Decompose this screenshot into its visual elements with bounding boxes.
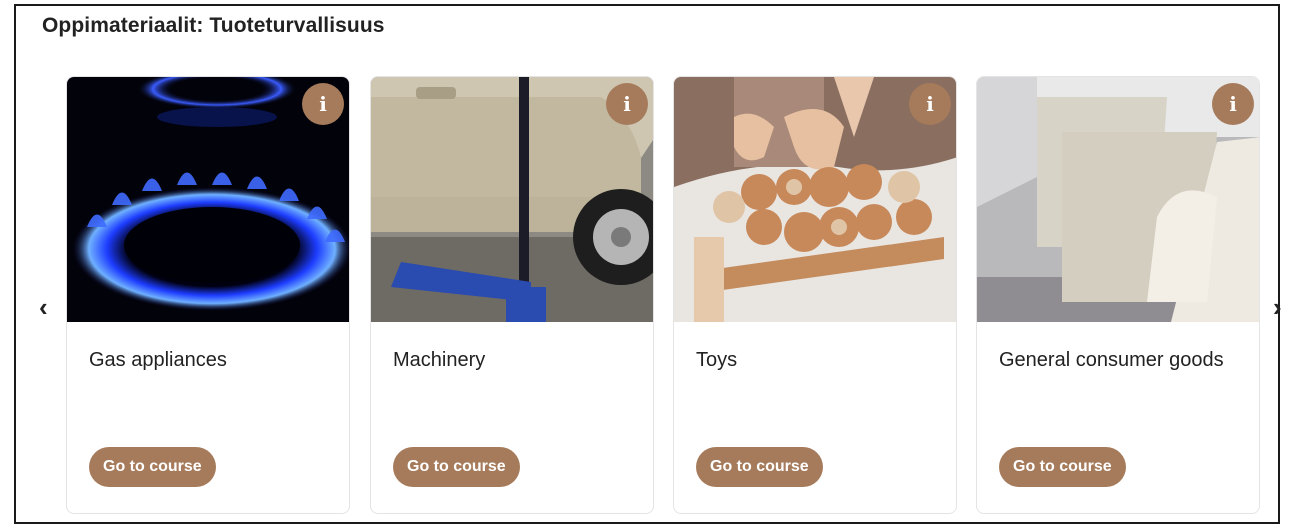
course-section: Oppimateriaalit: Tuoteturvallisuus ‹ i G…: [14, 4, 1282, 524]
go-to-course-button[interactable]: Go to course: [696, 447, 823, 487]
card-title: Gas appliances: [89, 349, 227, 371]
go-to-course-button[interactable]: Go to course: [999, 447, 1126, 487]
info-button[interactable]: i: [606, 83, 648, 125]
go-to-course-button[interactable]: Go to course: [89, 447, 216, 487]
card-title: Toys: [696, 349, 738, 371]
info-button[interactable]: i: [1212, 83, 1254, 125]
course-card: i Gas appliances Go to course: [66, 76, 350, 514]
card-title: General consumer goods: [999, 349, 1224, 371]
info-icon: i: [1229, 92, 1237, 116]
course-card: i Machinery Go to course: [370, 76, 654, 514]
info-icon: i: [319, 92, 327, 116]
carousel-prev-button[interactable]: ‹: [39, 294, 48, 320]
chevron-left-icon: ‹: [39, 292, 48, 322]
info-button[interactable]: i: [302, 83, 344, 125]
info-button[interactable]: i: [909, 83, 951, 125]
card-title: Machinery: [393, 349, 486, 371]
course-card: i General consumer goods Go to course: [976, 76, 1260, 514]
info-icon: i: [623, 92, 631, 116]
carousel-next-button[interactable]: ›: [1273, 294, 1282, 320]
course-card: i Toys Go to course: [673, 76, 957, 514]
chevron-right-icon: ›: [1273, 292, 1282, 322]
section-title: Oppimateriaalit: Tuoteturvallisuus: [42, 14, 385, 37]
info-icon: i: [926, 92, 934, 116]
go-to-course-button[interactable]: Go to course: [393, 447, 520, 487]
